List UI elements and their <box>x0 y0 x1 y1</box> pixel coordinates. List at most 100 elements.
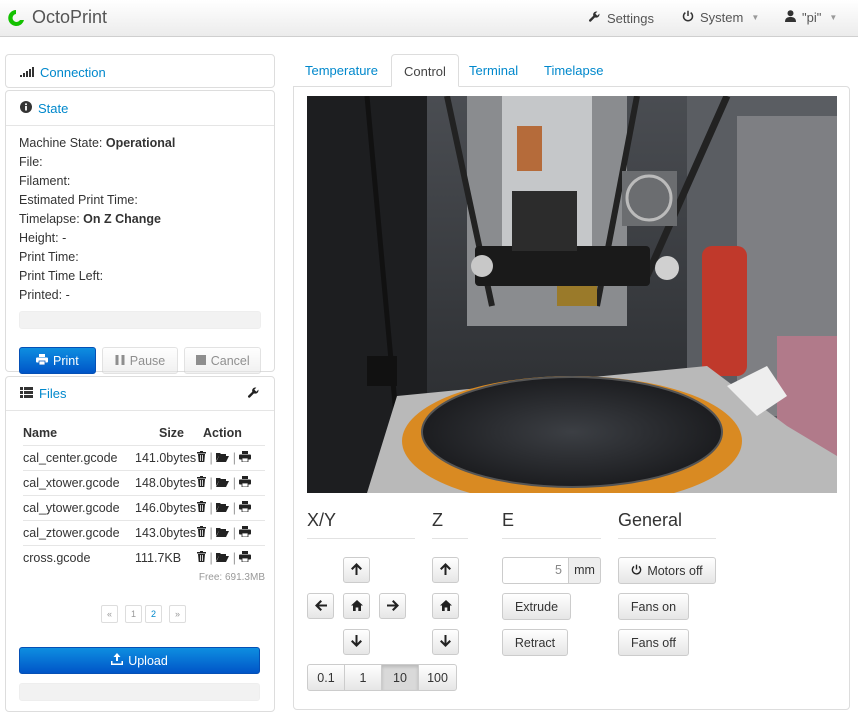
free-space: Free: 691.3MB <box>198 572 265 583</box>
printed-line: Printed: - <box>19 286 261 305</box>
machine-state-label: Machine State: <box>19 136 103 150</box>
cancel-label: Cancel <box>210 353 250 368</box>
arrow-left-icon <box>314 599 327 614</box>
file-name[interactable]: cal_xtower.gcode <box>23 469 135 495</box>
file-actions: | | <box>197 469 265 495</box>
printed-value: - <box>65 288 70 302</box>
jog-x-minus-button[interactable] <box>307 593 334 619</box>
table-row: cal_ztower.gcode 143.0bytes | | <box>23 519 265 545</box>
timelapse-value: On Z Change <box>83 212 161 226</box>
jog-z-plus-button[interactable] <box>432 557 459 583</box>
folder-open-icon[interactable] <box>216 477 230 490</box>
folder-open-icon[interactable] <box>216 452 230 465</box>
jog-y-minus-button[interactable] <box>343 629 370 655</box>
unit-addon: mm <box>568 557 601 584</box>
jog-y-plus-button[interactable] <box>343 557 370 583</box>
tab-control[interactable]: Control <box>391 54 459 87</box>
print-controls: Print Pause Cancel <box>19 347 262 374</box>
fans-off-button[interactable]: Fans off <box>618 629 689 656</box>
state-header[interactable]: State <box>6 91 274 125</box>
file-size: 143.0bytes <box>135 519 197 545</box>
printer-icon[interactable] <box>239 475 252 490</box>
height-value: - <box>62 231 67 245</box>
step-100-button[interactable]: 100 <box>418 664 457 691</box>
folder-open-icon[interactable] <box>216 527 230 540</box>
page-2[interactable]: 2 <box>145 605 162 623</box>
printer-icon[interactable] <box>239 500 252 515</box>
pause-button[interactable]: Pause <box>101 347 179 374</box>
page-1[interactable]: 1 <box>125 605 142 623</box>
system-menu[interactable]: System ▼ <box>682 10 759 25</box>
arrow-up-icon <box>351 562 362 578</box>
tab-temperature[interactable]: Temperature <box>293 54 390 87</box>
print-time-label: Print Time: <box>19 250 79 264</box>
printer-icon[interactable] <box>239 550 252 565</box>
connection-title[interactable]: Connection <box>40 65 106 80</box>
arrow-down-icon <box>440 634 451 650</box>
files-table: Name Size Action cal_center.gcode 141.0by… <box>23 421 265 570</box>
page-next[interactable]: » <box>169 605 186 623</box>
upload-progress-bar <box>19 683 260 701</box>
upload-icon <box>111 653 124 668</box>
file-name[interactable]: cross.gcode <box>23 544 135 570</box>
folder-open-icon[interactable] <box>216 502 230 515</box>
motors-off-button[interactable]: Motors off <box>618 557 716 584</box>
jog-z-minus-button[interactable] <box>432 629 459 655</box>
column-name[interactable]: Name <box>23 421 135 445</box>
upload-button[interactable]: Upload <box>19 647 260 674</box>
retract-button[interactable]: Retract <box>502 629 568 656</box>
file-name[interactable]: cal_ytower.gcode <box>23 494 135 520</box>
extrude-amount-input[interactable]: 5 <box>502 557 569 584</box>
caret-down-icon: ▼ <box>751 13 760 22</box>
pause-icon <box>115 354 125 368</box>
user-icon <box>785 10 796 25</box>
step-1-button[interactable]: 1 <box>344 664 382 691</box>
trash-icon[interactable] <box>197 500 206 515</box>
file-name[interactable]: cal_ztower.gcode <box>23 519 135 545</box>
print-button[interactable]: Print <box>19 347 96 374</box>
trash-icon[interactable] <box>197 525 206 540</box>
column-size[interactable]: Size <box>135 421 197 445</box>
page-prev[interactable]: « <box>101 605 118 623</box>
settings-label: Settings <box>607 10 654 26</box>
print-time-line: Print Time: <box>19 248 261 267</box>
wrench-icon[interactable] <box>247 386 260 402</box>
connection-header[interactable]: Connection <box>6 55 274 89</box>
files-body: Name Size Action cal_center.gcode 141.0by… <box>6 410 274 583</box>
home-xy-button[interactable] <box>343 593 370 619</box>
arrow-up-icon <box>440 562 451 578</box>
file-name[interactable]: cal_center.gcode <box>23 444 135 470</box>
user-menu[interactable]: "pi" ▼ <box>785 10 837 25</box>
tab-timelapse[interactable]: Timelapse <box>532 54 615 87</box>
trash-icon[interactable] <box>197 475 206 490</box>
home-z-button[interactable] <box>432 593 459 619</box>
files-table-header: Name Size Action <box>23 421 265 445</box>
fans-on-button[interactable]: Fans on <box>618 593 689 620</box>
files-title[interactable]: Files <box>39 386 66 401</box>
extrude-button[interactable]: Extrude <box>502 593 571 620</box>
table-row: cal_center.gcode 141.0bytes | | <box>23 444 265 470</box>
brand[interactable]: OctoPrint <box>6 7 107 28</box>
jog-x-plus-button[interactable] <box>379 593 406 619</box>
trash-icon[interactable] <box>197 550 206 565</box>
printer-icon[interactable] <box>239 450 252 465</box>
tab-terminal[interactable]: Terminal <box>457 54 530 87</box>
step-10-button[interactable]: 10 <box>381 664 419 691</box>
file-line: File: <box>19 153 261 172</box>
state-title[interactable]: State <box>38 101 68 116</box>
printer-icon[interactable] <box>239 525 252 540</box>
machine-state-value: Operational <box>105 136 176 150</box>
info-icon <box>20 100 32 116</box>
cancel-button[interactable]: Cancel <box>184 347 262 374</box>
print-time-left-line: Print Time Left: <box>19 267 261 286</box>
step-0-1-button[interactable]: 0.1 <box>307 664 345 691</box>
folder-open-icon[interactable] <box>216 552 230 565</box>
navbar: OctoPrint Settings System ▼ "pi" ▼ <box>0 0 858 37</box>
trash-icon[interactable] <box>197 450 206 465</box>
print-progress-bar <box>19 311 261 329</box>
files-header[interactable]: Files <box>6 377 274 410</box>
connection-panel: Connection <box>5 54 275 88</box>
settings-menu[interactable]: Settings <box>588 10 654 26</box>
arrow-right-icon <box>386 599 399 614</box>
file-size: 148.0bytes <box>135 469 197 495</box>
